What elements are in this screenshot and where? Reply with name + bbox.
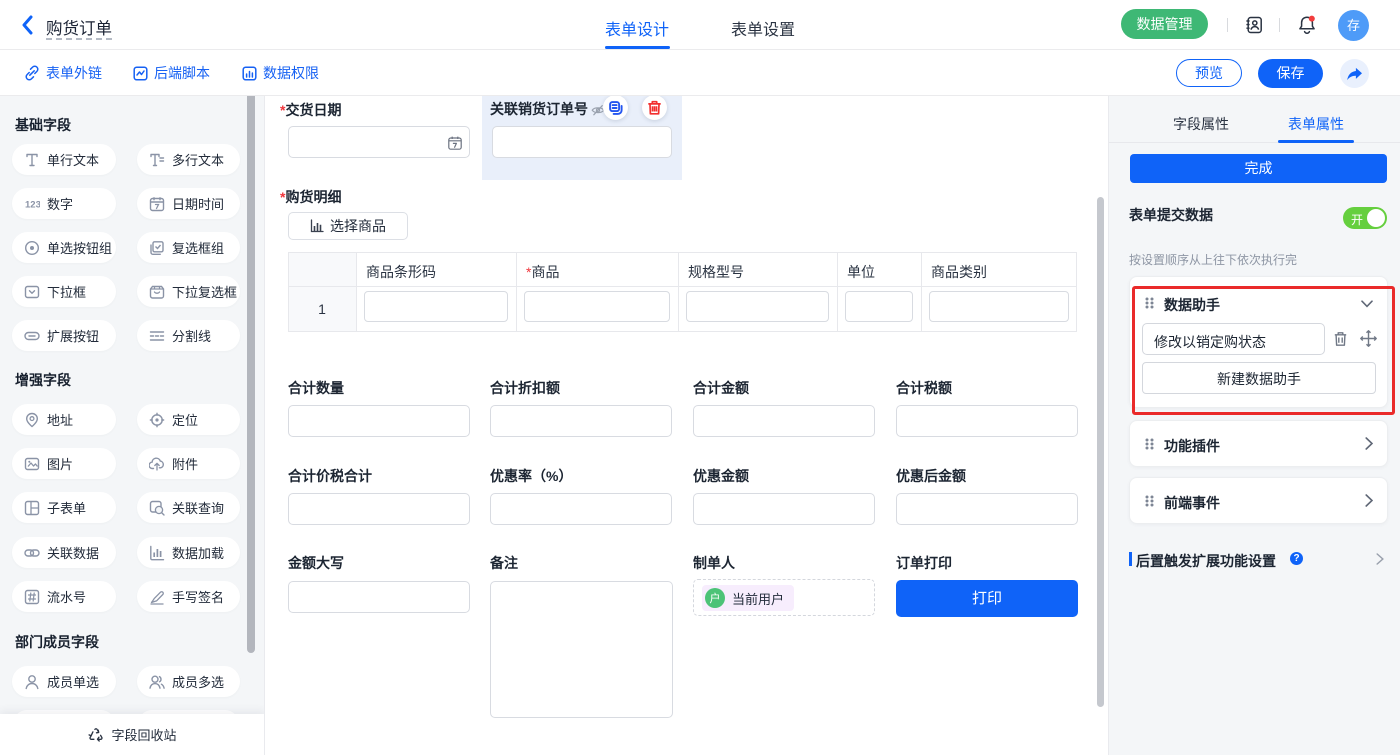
svg-text:123: 123 xyxy=(25,199,40,210)
